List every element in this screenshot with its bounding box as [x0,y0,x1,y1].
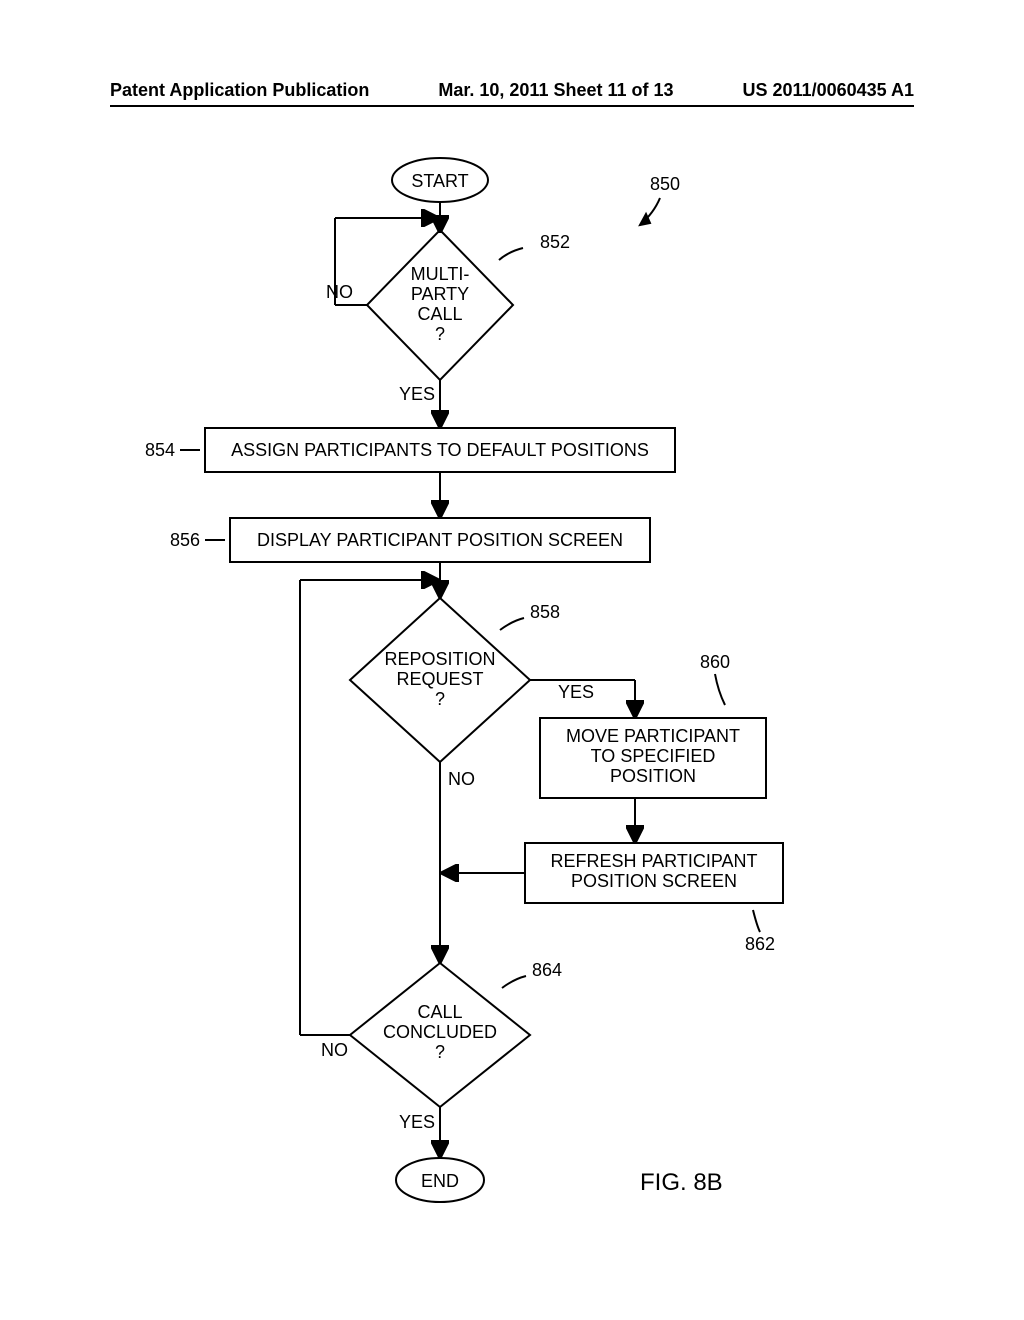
p860-text3: POSITION [610,766,696,786]
start-label: START [411,171,468,191]
ref-864: 864 [532,960,562,980]
ref-854: 854 [145,440,175,460]
ref-860: 860 [700,652,730,672]
header-center: Mar. 10, 2011 Sheet 11 of 13 [438,80,673,101]
p854-text: ASSIGN PARTICIPANTS TO DEFAULT POSITIONS [231,440,649,460]
ref-858: 858 [530,602,560,622]
ref-862: 862 [745,934,775,954]
yes-864: YES [399,1112,435,1132]
figure-label: FIG. 8B [640,1169,723,1196]
d864-text3: ? [435,1042,445,1062]
end-label: END [421,1171,459,1191]
ref-852: 852 [540,232,570,252]
page-header: Patent Application Publication Mar. 10, … [110,80,914,107]
d858-text2: REQUEST [396,669,483,689]
p862-text1: REFRESH PARTICIPANT [550,851,757,871]
d858-text1: REPOSITION [384,649,495,669]
d852-text1: MULTI- [411,264,470,284]
d852-text4: ? [435,324,445,344]
flowchart: 850 START MULTI- PARTY CALL ? 852 NO YES… [0,140,1024,1320]
ref-850: 850 [650,174,680,194]
p862-text2: POSITION SCREEN [571,871,737,891]
header-right: US 2011/0060435 A1 [743,80,914,101]
p860-text2: TO SPECIFIED [591,746,716,766]
ref-856: 856 [170,530,200,550]
no-864: NO [321,1040,348,1060]
d864-text1: CALL [417,1002,462,1022]
p856-text: DISPLAY PARTICIPANT POSITION SCREEN [257,530,623,550]
no-858: NO [448,769,475,789]
p860-text1: MOVE PARTICIPANT [566,726,740,746]
no-852: NO [326,282,353,302]
yes-858: YES [558,682,594,702]
header-left: Patent Application Publication [110,80,369,101]
d858-text3: ? [435,689,445,709]
d852-text3: CALL [417,304,462,324]
d852-text2: PARTY [411,284,469,304]
d864-text2: CONCLUDED [383,1022,497,1042]
yes-852: YES [399,384,435,404]
